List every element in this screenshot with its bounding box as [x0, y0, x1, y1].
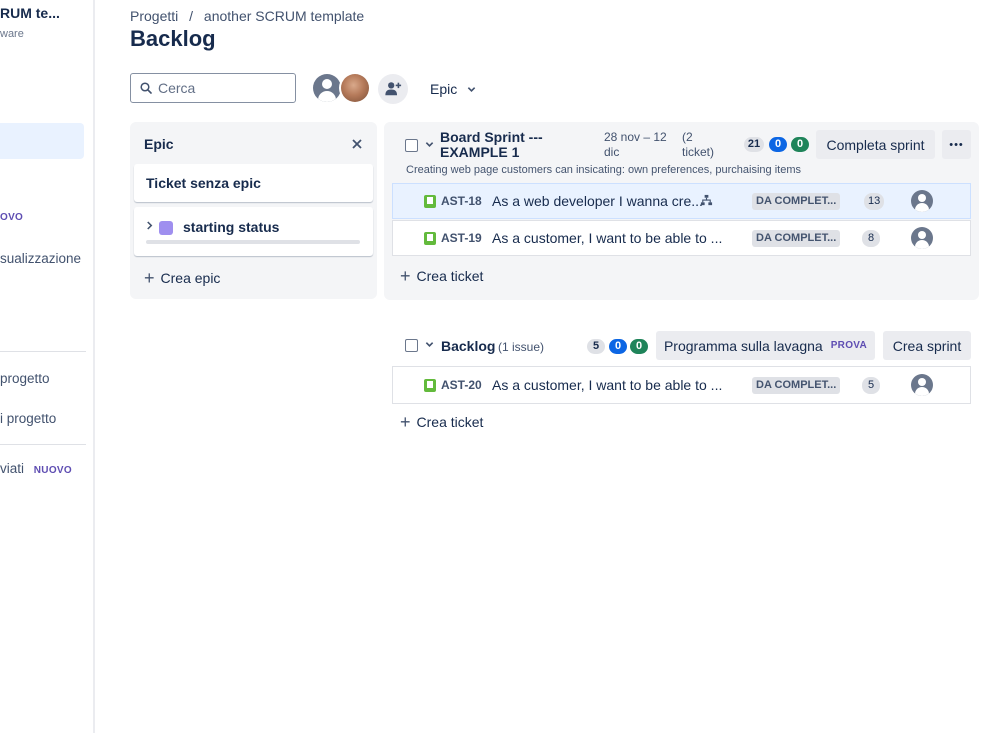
search-input[interactable]	[158, 80, 288, 96]
project-type: ware	[0, 28, 24, 40]
status-badge[interactable]: DA COMPLET...	[752, 230, 840, 247]
issue-key[interactable]: AST-20	[441, 378, 482, 392]
add-people-button[interactable]	[378, 74, 408, 104]
sidebar-item-visualization[interactable]: sualizzazione	[0, 251, 81, 266]
sidebar-item-project[interactable]: progetto	[0, 371, 50, 386]
status-badge[interactable]: DA COMPLET...	[752, 377, 840, 394]
points-done-badge: 0	[791, 137, 809, 152]
story-icon	[424, 232, 436, 245]
sprint-ticket-count: (2 ticket)	[682, 130, 715, 159]
story-icon	[424, 195, 436, 208]
create-ticket-button[interactable]: + Crea ticket	[400, 412, 484, 432]
story-points[interactable]: 8	[862, 230, 880, 247]
sidebar-item-sent[interactable]: viati NUOVO	[0, 461, 72, 476]
breadcrumb: Progetti / another SCRUM template	[130, 8, 364, 24]
sprint-goal: Creating web page customers can insicati…	[406, 164, 801, 176]
breadcrumb-separator: /	[189, 8, 194, 24]
assignee-avatar[interactable]	[911, 374, 933, 396]
table-row[interactable]: AST-20 As a customer, I want to be able …	[392, 366, 971, 404]
epic-filter-dropdown[interactable]: Epic	[423, 78, 476, 100]
points-done-badge: 0	[630, 339, 648, 354]
backlog-checkbox[interactable]	[405, 339, 418, 352]
table-row[interactable]: AST-18 As a web developer I wanna cre...…	[392, 183, 971, 219]
try-badge: PROVA	[830, 340, 868, 351]
backlog-title[interactable]: Backlog	[441, 338, 495, 354]
issue-summary[interactable]: As a web developer I wanna cre...	[492, 193, 703, 209]
epic-card[interactable]: starting status	[134, 207, 373, 256]
project-name[interactable]: RUM te...	[0, 5, 60, 21]
sidebar-divider	[0, 351, 86, 352]
status-badge[interactable]: DA COMPLET...	[752, 193, 840, 210]
plan-on-board-label: Programma sulla lavagna	[663, 337, 823, 354]
plus-icon: +	[144, 268, 155, 288]
plus-icon: +	[400, 412, 411, 432]
epic-color-swatch	[159, 221, 173, 235]
backlog-issue-count: (1 issue)	[498, 340, 545, 354]
story-points[interactable]: 5	[862, 377, 880, 394]
sidebar-new-badge: OVO	[0, 212, 24, 223]
create-ticket-button[interactable]: + Crea ticket	[400, 266, 484, 286]
new-badge: NUOVO	[33, 465, 72, 476]
avatar-filter-user[interactable]	[313, 74, 341, 102]
issue-key[interactable]: AST-19	[441, 231, 482, 245]
chevron-down-icon[interactable]	[425, 140, 434, 149]
chevron-down-icon[interactable]	[425, 340, 434, 349]
sidebar-divider	[0, 444, 86, 445]
issue-summary[interactable]: As a customer, I want to be able to ...	[492, 377, 722, 393]
avatar-filter-user-photo[interactable]	[341, 74, 369, 102]
sprint-checkbox[interactable]	[405, 139, 418, 152]
points-in-progress-badge: 0	[609, 339, 627, 354]
search-icon	[140, 82, 152, 94]
create-epic-button[interactable]: + Crea epic	[144, 268, 221, 288]
sidebar-item-backlog-selected[interactable]	[0, 123, 84, 159]
epic-panel: Epic Ticket senza epic starting status +…	[130, 122, 377, 299]
create-ticket-label: Crea ticket	[416, 414, 484, 430]
epic-panel-title: Epic	[144, 136, 174, 152]
sidebar-item-project-settings[interactable]: i progetto	[0, 411, 56, 426]
sidebar-item-sent-label: viati	[0, 461, 25, 476]
no-epic-label: Ticket senza epic	[146, 175, 261, 191]
add-person-icon	[385, 82, 402, 96]
epic-filter-label: Epic	[430, 81, 458, 97]
issue-key[interactable]: AST-18	[441, 194, 482, 208]
issue-summary[interactable]: As a customer, I want to be able to ...	[492, 230, 722, 246]
child-issues-icon[interactable]	[700, 194, 713, 207]
search-box[interactable]	[130, 73, 296, 103]
points-todo-badge: 5	[587, 339, 605, 354]
close-icon[interactable]	[352, 139, 362, 149]
points-todo-badge: 21	[744, 137, 764, 152]
sprint-dates: 28 nov – 12 dic	[604, 130, 667, 159]
epic-name: starting status	[183, 219, 280, 235]
more-actions-button[interactable]: •••	[942, 130, 971, 159]
chevron-down-icon	[468, 86, 476, 92]
points-in-progress-badge: 0	[769, 137, 787, 152]
assignee-avatar[interactable]	[911, 227, 933, 249]
create-sprint-button[interactable]: Crea sprint	[883, 331, 971, 360]
create-ticket-label: Crea ticket	[416, 268, 484, 284]
sidebar: RUM te... ware OVO sualizzazione progett…	[0, 0, 95, 733]
story-points[interactable]: 13	[864, 193, 885, 210]
assignee-avatar[interactable]	[911, 190, 933, 212]
plan-on-board-button[interactable]: Programma sulla lavagna PROVA	[656, 331, 875, 360]
page-title: Backlog	[130, 26, 216, 51]
breadcrumb-projects[interactable]: Progetti	[130, 8, 178, 24]
chevron-right-icon[interactable]	[146, 221, 153, 230]
story-icon	[424, 379, 436, 392]
plus-icon: +	[400, 266, 411, 286]
sprint-name[interactable]: Board Sprint --- EXAMPLE 1	[440, 130, 543, 160]
breadcrumb-project[interactable]: another SCRUM template	[204, 8, 364, 24]
complete-sprint-button[interactable]: Completa sprint	[816, 130, 935, 159]
no-epic-card[interactable]: Ticket senza epic	[134, 164, 373, 202]
table-row[interactable]: AST-19 As a customer, I want to be able …	[392, 220, 971, 256]
epic-progress-bar	[146, 240, 360, 244]
create-epic-label: Crea epic	[160, 270, 221, 286]
